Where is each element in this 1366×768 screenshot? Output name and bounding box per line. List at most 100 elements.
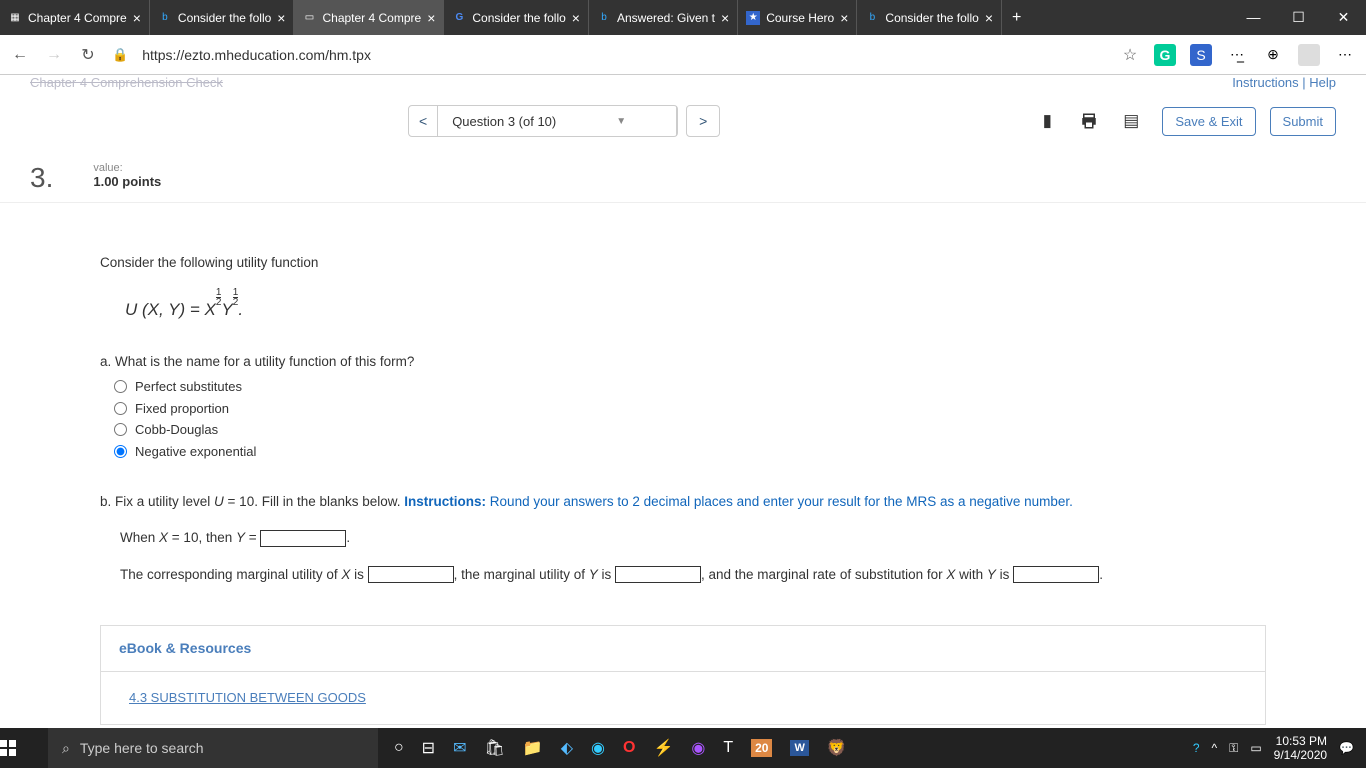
chevron-up-icon[interactable]: ^ — [1212, 741, 1218, 755]
cortana-icon[interactable]: ○ — [394, 739, 404, 757]
blank-mrs-input[interactable] — [1013, 566, 1099, 583]
radio-a[interactable] — [114, 380, 127, 393]
brave-icon[interactable]: 🦁 — [827, 738, 847, 758]
var-x: X — [159, 530, 168, 545]
search-placeholder: Type here to search — [80, 740, 204, 756]
question-number: 3. — [30, 162, 53, 194]
collections-icon[interactable]: ⊕ — [1262, 44, 1284, 66]
question-indicator[interactable]: Question 3 (of 10) ▼ — [437, 106, 677, 136]
close-icon[interactable]: × — [985, 10, 993, 26]
submit-button[interactable]: Submit — [1270, 107, 1336, 136]
var-y: Y — [987, 567, 996, 582]
taskbar-search[interactable]: ⌕ Type here to search — [48, 728, 378, 768]
browser-tab[interactable]: bConsider the follo× — [150, 0, 295, 35]
browser-tab[interactable]: GConsider the follo× — [444, 0, 589, 35]
option-label: Fixed proportion — [135, 399, 229, 419]
close-window-button[interactable]: ✕ — [1321, 9, 1366, 26]
next-question-button[interactable]: > — [686, 105, 720, 137]
more-menu-icon[interactable]: ⋯ — [1334, 44, 1356, 66]
badge-20[interactable]: 20 — [751, 739, 772, 757]
edge-icon[interactable]: ◉ — [591, 738, 605, 758]
favicon-icon: ▦ — [8, 11, 22, 25]
app-icon-t[interactable]: T — [723, 739, 733, 757]
browser-tab-strip: ▦Chapter 4 Compre× bConsider the follo× … — [0, 0, 1366, 35]
forward-button: → — [44, 46, 64, 64]
options-group: Perfect substitutes Fixed proportion Cob… — [114, 376, 1266, 462]
opera-icon[interactable]: O — [623, 739, 635, 757]
star-icon[interactable]: ☆ — [1120, 45, 1140, 65]
refresh-button[interactable]: ↻ — [78, 45, 98, 65]
explorer-icon[interactable]: 📁 — [523, 738, 543, 758]
option-b[interactable]: Fixed proportion — [114, 398, 1266, 420]
question-label: Question 3 (of 10) — [452, 114, 556, 129]
references-icon[interactable]: ▤ — [1117, 107, 1145, 135]
breadcrumb: Chapter 4 Comprehension Check — [30, 75, 223, 90]
profile-avatar[interactable] — [1298, 44, 1320, 66]
extension-grammarly-icon[interactable]: G — [1154, 44, 1176, 66]
store-icon[interactable]: 🛍 — [484, 738, 504, 758]
chevron-down-icon: ▼ — [616, 116, 626, 127]
minimize-button[interactable]: — — [1231, 9, 1276, 26]
taskview-icon[interactable]: ⊟ — [422, 738, 435, 758]
ebook-icon[interactable]: ▮ — [1033, 107, 1061, 135]
close-icon[interactable]: × — [427, 10, 435, 26]
option-label: Cobb-Douglas — [135, 420, 218, 440]
radio-b[interactable] — [114, 402, 127, 415]
blank-y-input[interactable] — [260, 530, 346, 547]
browser-tab[interactable]: ★Course Hero× — [738, 0, 857, 35]
fill-blank-line-2: The corresponding marginal utility of X … — [120, 565, 1266, 585]
back-button[interactable]: ← — [10, 46, 30, 64]
extension-icon[interactable]: S — [1190, 44, 1212, 66]
close-icon[interactable]: × — [840, 10, 848, 26]
favicon-icon: b — [597, 11, 611, 25]
prev-question-button[interactable]: < — [409, 113, 437, 129]
option-label: Negative exponential — [135, 442, 256, 462]
dropbox-icon[interactable]: ⬖ — [561, 738, 573, 758]
question-header: 3. value: 1.00 points — [0, 152, 1366, 203]
radio-c[interactable] — [114, 423, 127, 436]
option-c[interactable]: Cobb-Douglas — [114, 419, 1266, 441]
option-d[interactable]: Negative exponential — [114, 441, 1266, 463]
browser-tab[interactable]: ▦Chapter 4 Compre× — [0, 0, 150, 35]
maximize-button[interactable]: ☐ — [1276, 9, 1321, 26]
close-icon[interactable]: × — [572, 10, 580, 26]
browser-tab[interactable]: bAnswered: Given t× — [589, 0, 738, 35]
address-bar: ← → ↻ 🔒 https://ezto.mheducation.com/hm.… — [0, 35, 1366, 75]
var-y: Y — [589, 567, 598, 582]
new-tab-button[interactable]: + — [1002, 9, 1031, 27]
close-icon[interactable]: × — [721, 10, 729, 26]
ebook-chapter-link[interactable]: 4.3 SUBSTITUTION BETWEEN GOODS — [129, 690, 366, 705]
help-icon[interactable]: ? — [1193, 741, 1200, 755]
part-b-text: b. Fix a utility level — [100, 494, 214, 509]
question-toolbar: < Question 3 (of 10) ▼ > ▮ ▤ Save & Exit… — [0, 90, 1366, 152]
wifi-icon[interactable]: ⚿ — [1229, 741, 1238, 756]
search-icon: ⌕ — [62, 740, 70, 757]
close-icon[interactable]: × — [133, 10, 141, 26]
radio-d[interactable] — [114, 445, 127, 458]
app-icon[interactable]: ⚡ — [653, 738, 673, 758]
browser-tab[interactable]: bConsider the follo× — [857, 0, 1002, 35]
date-text: 9/14/2020 — [1274, 748, 1327, 762]
notifications-icon[interactable]: 💬 — [1339, 741, 1354, 755]
browser-tab-active[interactable]: ▭Chapter 4 Compre× — [294, 0, 444, 35]
blank-mux-input[interactable] — [368, 566, 454, 583]
favicon-icon: G — [452, 11, 466, 25]
value-label: value: — [93, 162, 161, 174]
start-button[interactable] — [0, 740, 48, 756]
word-icon[interactable]: W — [790, 740, 808, 756]
help-link[interactable]: Instructions | Help — [1232, 75, 1336, 90]
close-icon[interactable]: × — [277, 10, 285, 26]
save-exit-button[interactable]: Save & Exit — [1162, 107, 1255, 136]
blank-muy-input[interactable] — [615, 566, 701, 583]
battery-icon[interactable]: ▭ — [1250, 741, 1261, 755]
system-tray: ? ^ ⚿ ▭ 10:53 PM 9/14/2020 💬 — [1181, 734, 1366, 762]
clock[interactable]: 10:53 PM 9/14/2020 — [1274, 734, 1327, 762]
mail-icon[interactable]: ✉ — [453, 738, 466, 758]
page-header-row: Chapter 4 Comprehension Check Instructio… — [0, 75, 1366, 90]
app-icon-2[interactable]: ◉ — [691, 738, 705, 758]
print-icon[interactable] — [1075, 107, 1103, 135]
part-a: a. What is the name for a utility functi… — [100, 352, 1266, 462]
option-a[interactable]: Perfect substitutes — [114, 376, 1266, 398]
favorites-icon[interactable]: ⋯̲ — [1226, 44, 1248, 66]
url-text[interactable]: https://ezto.mheducation.com/hm.tpx — [142, 47, 1106, 63]
